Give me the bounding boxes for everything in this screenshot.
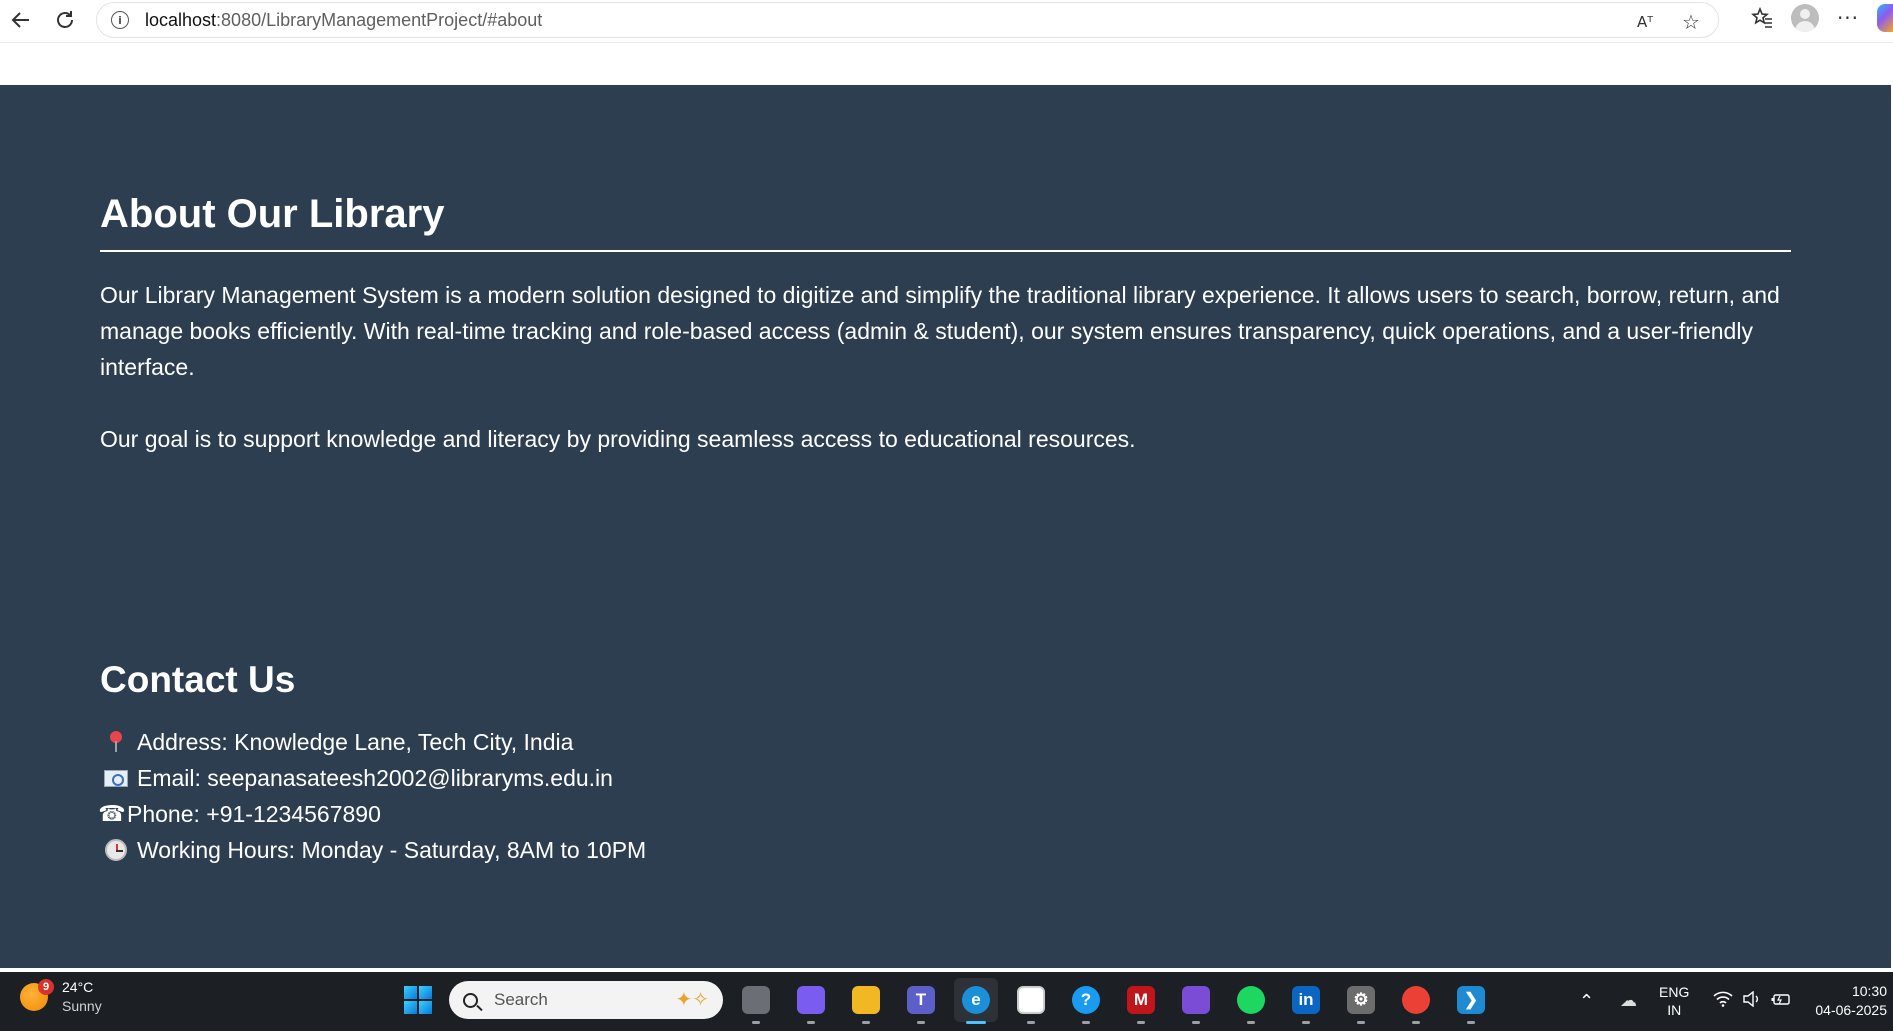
task-view-icon (742, 986, 770, 1014)
running-indicator (1412, 1021, 1420, 1024)
edge-icon: e (962, 986, 990, 1014)
running-indicator (1357, 1021, 1365, 1024)
spotify-taskbar-button[interactable] (1229, 978, 1273, 1024)
chrome-icon (1402, 986, 1430, 1014)
teams-icon: T (907, 986, 935, 1014)
clock-icon (103, 839, 129, 861)
edge-taskbar-button[interactable]: e (954, 978, 998, 1024)
sparkle-icon: ✦✧ (675, 987, 709, 1011)
copilot-icon[interactable] (1877, 4, 1893, 32)
contact-title: Contact Us (100, 659, 296, 700)
phone-icon: ☎ (98, 801, 126, 827)
help-taskbar-button[interactable]: ? (1064, 978, 1108, 1024)
wifi-icon (1713, 991, 1733, 1011)
running-indicator (917, 1021, 925, 1024)
browser-toolbar: i localhost:8080/LibraryManagementProjec… (0, 0, 1893, 42)
title-divider (100, 250, 1791, 252)
weather-temp: 24°C (62, 979, 94, 995)
read-aloud-icon[interactable]: Aᵀ (1632, 9, 1658, 35)
email-icon (103, 769, 129, 787)
search-label: Search (494, 990, 548, 1009)
about-paragraph-1: Our Library Management System is a moder… (100, 282, 1780, 380)
address-bar[interactable]: i localhost:8080/LibraryManagementProjec… (96, 2, 1719, 38)
contact-hours: Working Hours: Monday - Saturday, 8AM to… (103, 832, 646, 868)
weather-widget[interactable]: 9 24°C Sunny (20, 978, 102, 1016)
running-indicator (862, 1021, 870, 1024)
mcafee-taskbar-button[interactable]: M (1119, 978, 1163, 1024)
linkedin-icon: in (1292, 986, 1320, 1014)
reload-icon (57, 11, 73, 28)
favorite-star-icon[interactable]: ☆ (1678, 9, 1704, 35)
settings-icon: ⚙ (1347, 986, 1375, 1014)
running-indicator (1467, 1021, 1475, 1024)
vscode-icon: ❯ (1457, 986, 1485, 1014)
contact-phone: ☎ Phone: +91-1234567890 (98, 796, 646, 832)
running-indicator (752, 1021, 760, 1024)
m365-icon (1182, 986, 1210, 1014)
more-icon[interactable]: ··· (1835, 5, 1861, 31)
clock-time: 10:30 (1851, 983, 1887, 999)
battery-icon (1771, 991, 1791, 1011)
pin-icon (103, 731, 129, 753)
chrome-taskbar-button[interactable] (1394, 978, 1438, 1024)
weather-badge: 9 (38, 979, 54, 995)
volume-icon (1743, 990, 1761, 1011)
email-text: Email: seepanasateesh2002@libraryms.edu.… (137, 764, 613, 791)
running-indicator (1302, 1021, 1310, 1024)
page-header-strip (0, 42, 1893, 85)
taskbar-search[interactable]: Search ✦✧ (449, 981, 723, 1019)
m365-taskbar-button[interactable] (1174, 978, 1218, 1024)
file-explorer-icon (852, 986, 880, 1014)
vscode-taskbar-button[interactable]: ❯ (1449, 978, 1493, 1024)
about-title: About Our Library (100, 192, 445, 236)
running-indicator (1027, 1021, 1035, 1024)
contact-email: Email: seepanasateesh2002@libraryms.edu.… (103, 760, 646, 796)
profile-avatar[interactable] (1791, 4, 1819, 32)
task-view-taskbar-button[interactable] (734, 978, 778, 1024)
running-indicator (966, 1021, 986, 1024)
address-text: Address: Knowledge Lane, Tech City, Indi… (137, 728, 574, 755)
sun-icon: 9 (20, 979, 54, 1011)
weather-condition: Sunny (62, 998, 102, 1014)
back-button[interactable] (4, 3, 38, 37)
contact-address: Address: Knowledge Lane, Tech City, Indi… (103, 724, 646, 760)
search-icon (463, 992, 478, 1008)
spotify-icon (1237, 986, 1265, 1014)
about-paragraph-2: Our goal is to support knowledge and lit… (100, 426, 1136, 452)
microsoft-store-taskbar-button[interactable] (1009, 978, 1053, 1024)
taskbar-apps: Search ✦✧ Te? Min ⚙ ❯ (398, 978, 1493, 1024)
settings-taskbar-button[interactable]: ⚙ (1339, 978, 1383, 1024)
clock-date: 04-06-2025 (1815, 1002, 1887, 1018)
windows-taskbar: 9 24°C Sunny Search ✦✧ Te? Min ⚙ ❯ ⌃ ☁ ENG … (0, 972, 1893, 1031)
running-indicator (807, 1021, 815, 1024)
running-indicator (1137, 1021, 1145, 1024)
info-icon[interactable]: i (111, 11, 129, 29)
copilot-app-taskbar-button[interactable] (789, 978, 833, 1024)
chevron-up-icon[interactable]: ⌃ (1579, 991, 1594, 1012)
linkedin-taskbar-button[interactable]: in (1284, 978, 1328, 1024)
language-indicator[interactable]: ENG IN (1659, 983, 1689, 1019)
microsoft-store-icon (1017, 986, 1045, 1014)
running-indicator (1247, 1021, 1255, 1024)
quick-settings[interactable] (1713, 990, 1791, 1011)
about-section: About Our Library Our Library Management… (0, 85, 1891, 968)
url-text[interactable]: localhost:8080/LibraryManagementProject/… (145, 10, 542, 31)
hours-text: Working Hours: Monday - Saturday, 8AM to… (137, 836, 647, 863)
start-button[interactable] (398, 980, 438, 1020)
running-indicator (1082, 1021, 1090, 1024)
favorites-icon[interactable] (1749, 5, 1775, 31)
contact-list: Address: Knowledge Lane, Tech City, Indi… (98, 724, 646, 868)
system-tray: ⌃ ☁ ENG IN 10:30 04-06-2025 (1579, 976, 1893, 1026)
help-icon: ? (1072, 986, 1100, 1014)
running-indicator (1192, 1021, 1200, 1024)
mcafee-icon: M (1127, 986, 1155, 1014)
copilot-app-icon (797, 986, 825, 1014)
phone-text: Phone: +91-1234567890 (127, 800, 381, 827)
system-clock[interactable]: 10:30 04-06-2025 (1815, 982, 1887, 1020)
file-explorer-taskbar-button[interactable] (844, 978, 888, 1024)
teams-taskbar-button[interactable]: T (899, 978, 943, 1024)
reload-button[interactable] (48, 3, 82, 37)
back-icon (11, 12, 29, 28)
cloud-off-icon[interactable]: ☁ (1620, 991, 1637, 1011)
